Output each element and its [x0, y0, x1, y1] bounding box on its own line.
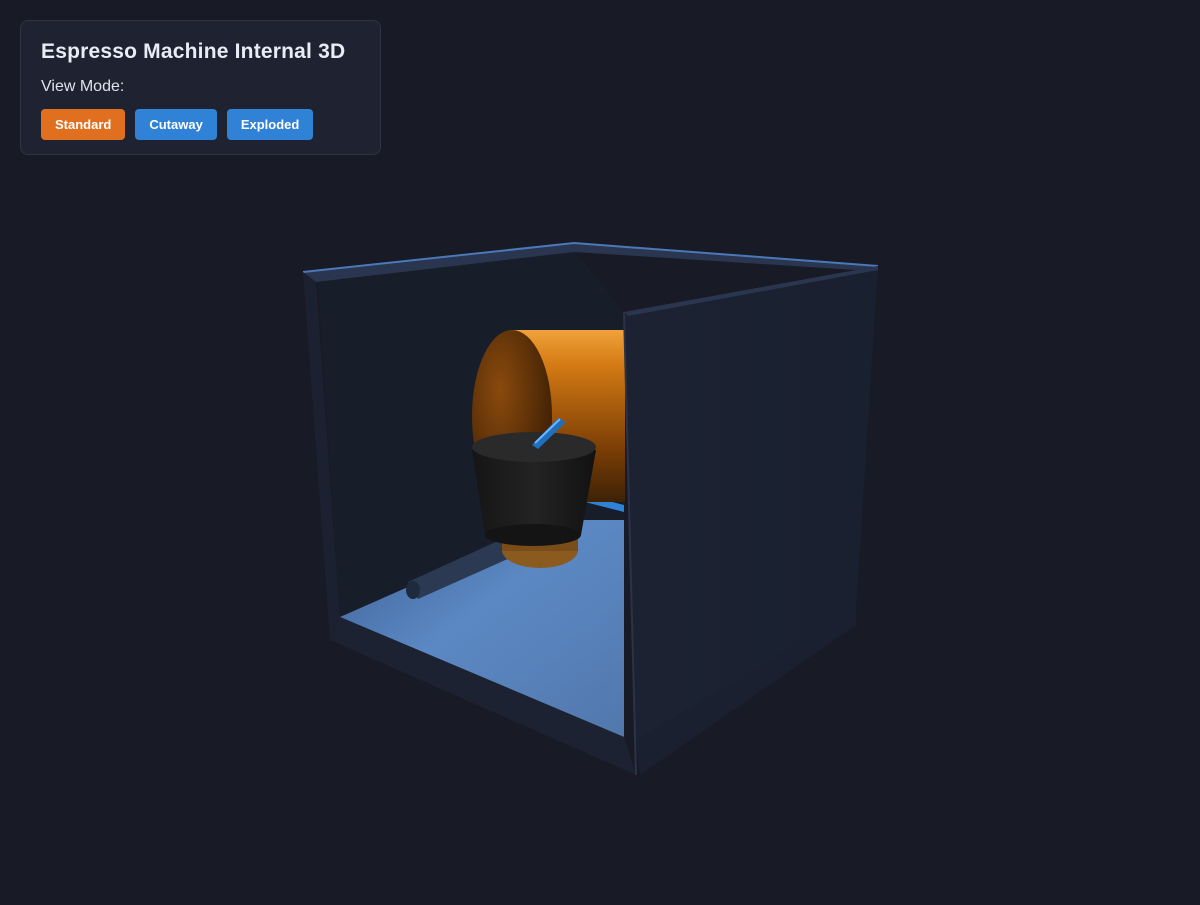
- view-mode-label: View Mode:: [41, 78, 125, 95]
- view-mode-buttons: Standard Cutaway Exploded: [41, 109, 360, 140]
- cutaway-button[interactable]: Cutaway: [135, 109, 217, 140]
- exploded-button[interactable]: Exploded: [226, 109, 314, 140]
- standard-button[interactable]: Standard: [41, 109, 126, 140]
- control-panel: Espresso Machine Internal 3D View Mode: …: [20, 20, 381, 155]
- group-head: [472, 432, 596, 546]
- panel-title: Espresso Machine Internal 3D: [41, 40, 346, 63]
- housing-right-wall: [624, 266, 878, 740]
